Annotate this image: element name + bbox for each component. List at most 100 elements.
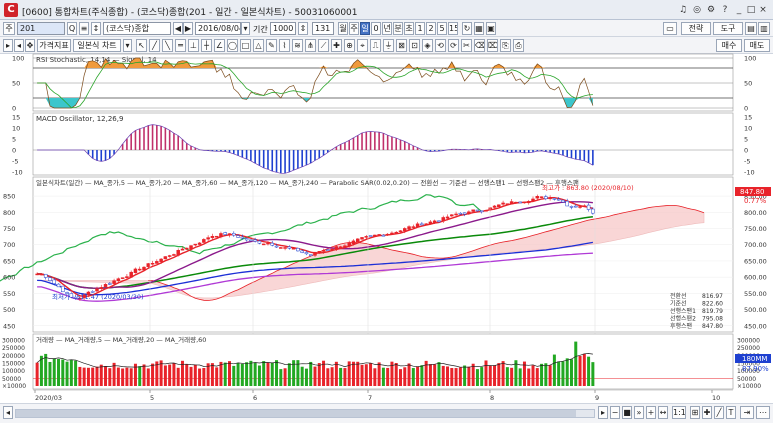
triangle-tool-icon[interactable]: △	[253, 39, 264, 52]
prev-date-button[interactable]: ◀	[173, 22, 183, 35]
target-tool-icon[interactable]: ⊕	[344, 39, 355, 52]
help-icon[interactable]: ♫	[677, 4, 689, 16]
chart-area[interactable]: RSI Stochastic, 14,14 — Signal, 14 100 50…	[0, 53, 773, 403]
sell-button[interactable]: 매도	[744, 39, 770, 52]
horizontal-scrollbar[interactable]	[15, 409, 595, 418]
settings-icon[interactable]: ⚙	[705, 4, 717, 16]
period-button[interactable]: 0	[371, 22, 381, 35]
code-type-button[interactable]: 주	[3, 22, 15, 35]
cut-tool-icon[interactable]: ✂	[461, 39, 472, 52]
fit-icon[interactable]: ⊞	[690, 406, 700, 419]
volume-bar	[411, 368, 415, 386]
candle	[167, 255, 172, 257]
buy-button[interactable]: 매수	[716, 39, 742, 52]
tools-button[interactable]: 도구	[713, 22, 743, 35]
delete-tool-icon[interactable]: ⌫	[474, 39, 485, 52]
cross-tool-icon[interactable]: ┼	[201, 39, 212, 52]
crosshair-toggle-icon[interactable]: ✚	[702, 406, 712, 419]
channel-tool-icon[interactable]: ≋	[292, 39, 303, 52]
angle-tool-icon[interactable]: ∠	[214, 39, 225, 52]
trendline-tool-icon[interactable]: ╱	[149, 39, 160, 52]
erase-tool-icon[interactable]: ⌦	[487, 39, 498, 52]
stop-icon[interactable]: ■	[622, 406, 632, 419]
save-icon[interactable]: ▥	[758, 22, 770, 35]
zoom-in-icon[interactable]: +	[646, 406, 656, 419]
square-tool-icon[interactable]: ⊡	[409, 39, 420, 52]
stock-name-field[interactable]: (코스닥)종합	[103, 22, 171, 35]
layout-icon[interactable]: ▭	[663, 22, 677, 35]
refresh-icon[interactable]: ↻	[462, 22, 472, 35]
more-icon[interactable]: ⋯	[756, 406, 770, 419]
count-input[interactable]: 131	[312, 22, 334, 35]
grid-icon[interactable]: ▦	[474, 22, 484, 35]
rect-tool-icon[interactable]: □	[240, 39, 251, 52]
tab-japanese-chart[interactable]: 일본식 차트	[73, 39, 121, 52]
hline-tool-icon[interactable]: ═	[175, 39, 186, 52]
period-button[interactable]: 월	[338, 22, 348, 35]
print-tool-icon[interactable]: ⎙	[513, 39, 524, 52]
cursor-tool-icon[interactable]: ↖	[136, 39, 147, 52]
scroll-left-icon[interactable]: ◂	[3, 406, 13, 419]
date-input[interactable]: 2016/08/04	[195, 22, 241, 35]
fork-tool-icon[interactable]: ⋔	[305, 39, 316, 52]
scroll-end-icon[interactable]: ⇥	[740, 406, 754, 419]
fib-tool-icon[interactable]: ⌇	[279, 39, 290, 52]
text-tool-icon[interactable]: T	[726, 406, 736, 419]
expand-icon[interactable]: ▸	[3, 39, 13, 52]
fast-forward-icon[interactable]: »	[634, 406, 644, 419]
ratio-button[interactable]: 1:1	[672, 406, 686, 419]
period-button[interactable]: 분	[393, 22, 403, 35]
period-button[interactable]: 1	[415, 22, 425, 35]
period-button[interactable]: 15	[448, 22, 458, 35]
downline-tool-icon[interactable]: ╲	[162, 39, 173, 52]
prev-icon[interactable]: ↕	[91, 22, 101, 35]
pen-tool-icon[interactable]: ✎	[266, 39, 277, 52]
period-button[interactable]: 일	[360, 22, 370, 35]
plus-tool-icon[interactable]: ✚	[331, 39, 342, 52]
next-date-button[interactable]: ▶	[183, 22, 193, 35]
image-icon[interactable]: ▣	[486, 22, 496, 35]
copy-tool-icon[interactable]: ⎘	[500, 39, 511, 52]
circle-tool-icon[interactable]: ◯	[227, 39, 238, 52]
crosshair-tool-icon[interactable]: ⌖	[357, 39, 368, 52]
chart-canvas[interactable]: RSI Stochastic, 14,14 — Signal, 14 10050…	[0, 53, 773, 403]
window-layout-icon[interactable]: ▤	[745, 22, 757, 35]
vline-tool-icon[interactable]: ⊥	[188, 39, 199, 52]
diamond-tool-icon[interactable]: ◈	[422, 39, 433, 52]
wave-tool-icon[interactable]: ⎍	[370, 39, 381, 52]
calendar-icon[interactable]: ▾	[241, 22, 250, 35]
code-input[interactable]: 201	[17, 22, 65, 35]
line-tool-icon[interactable]: ╱	[714, 406, 724, 419]
search-icon[interactable]: Q	[67, 22, 77, 35]
tab-price-indicator[interactable]: 가격지표	[37, 39, 71, 52]
maximize-icon[interactable]: □	[745, 4, 757, 16]
menu-icon[interactable]: ?	[719, 4, 731, 16]
zoom-out-icon[interactable]: −	[610, 406, 620, 419]
scroll-right-icon[interactable]: ▸	[598, 406, 608, 419]
link-icon[interactable]: ◎	[691, 4, 703, 16]
period-button[interactable]: 초	[404, 22, 414, 35]
minimize-icon[interactable]: _	[733, 4, 745, 16]
period-input[interactable]: 1000	[270, 22, 296, 35]
period-step-icon[interactable]: ⇕	[298, 22, 308, 35]
redo-tool-icon[interactable]: ⟳	[448, 39, 459, 52]
period-button[interactable]: 5	[437, 22, 447, 35]
box-tool-icon[interactable]: ⊠	[396, 39, 407, 52]
strategy-button[interactable]: 전략	[681, 22, 711, 35]
zoom-reset-icon[interactable]: ↔	[658, 406, 668, 419]
close-icon[interactable]: ×	[757, 4, 769, 16]
volume-bar	[501, 361, 505, 386]
scrollbar-thumb[interactable]	[16, 410, 576, 417]
undo-tool-icon[interactable]: ⟲	[435, 39, 446, 52]
readout-label: 선행스팬2	[670, 315, 696, 323]
ray-tool-icon[interactable]: ⟋	[318, 39, 329, 52]
period-button[interactable]: 2	[426, 22, 436, 35]
period-button[interactable]: 주	[349, 22, 359, 35]
list-icon[interactable]: ≡	[79, 22, 89, 35]
crosshair-icon[interactable]: ✥	[25, 39, 35, 52]
collapse-icon[interactable]: ◂	[14, 39, 24, 52]
ground-tool-icon[interactable]: ⏚	[383, 39, 394, 52]
tab-dropdown-icon[interactable]: ▾	[123, 39, 132, 52]
period-button[interactable]: 년	[382, 22, 392, 35]
candle	[308, 254, 313, 256]
